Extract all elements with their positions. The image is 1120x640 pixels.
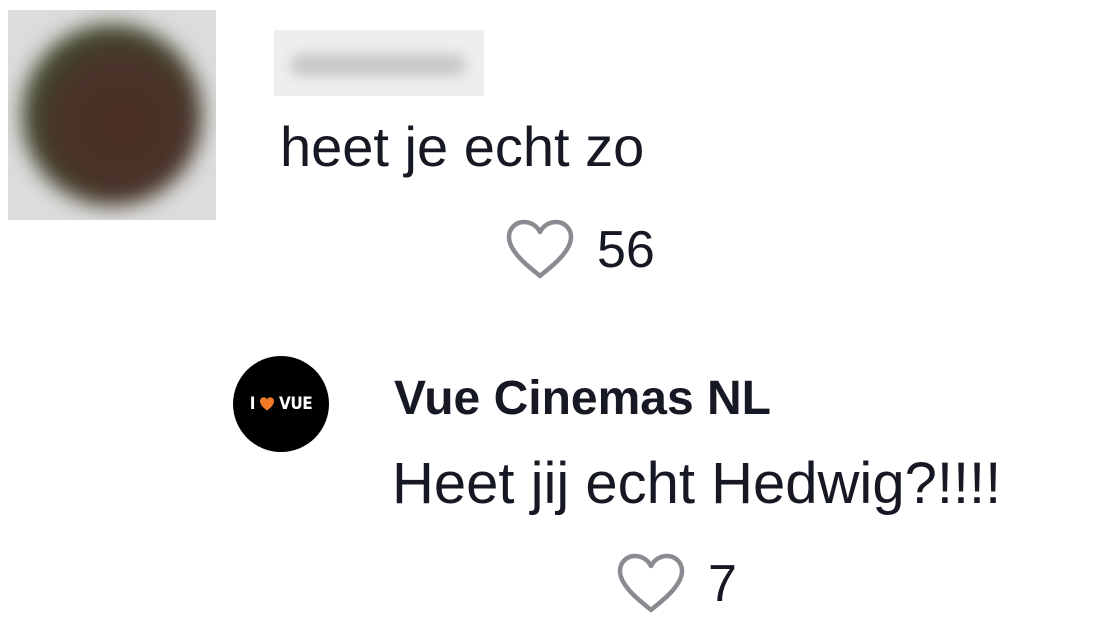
reply-item: I VUE Vue Cinemas NL Heet jij echt Hedwi… xyxy=(0,0,1120,640)
like-button[interactable]: 7 xyxy=(616,552,737,616)
avatar[interactable]: I VUE xyxy=(233,356,329,452)
reply-text: Heet jij echt Hedwig?!!!! xyxy=(392,451,1002,516)
heart-logo-icon xyxy=(259,397,274,411)
logo-text-vue: VUE xyxy=(278,394,313,414)
heart-outline-icon[interactable] xyxy=(616,552,686,616)
logo-text-i: I xyxy=(249,394,256,414)
like-count: 7 xyxy=(708,555,737,613)
reply-author-name[interactable]: Vue Cinemas NL xyxy=(394,370,771,428)
